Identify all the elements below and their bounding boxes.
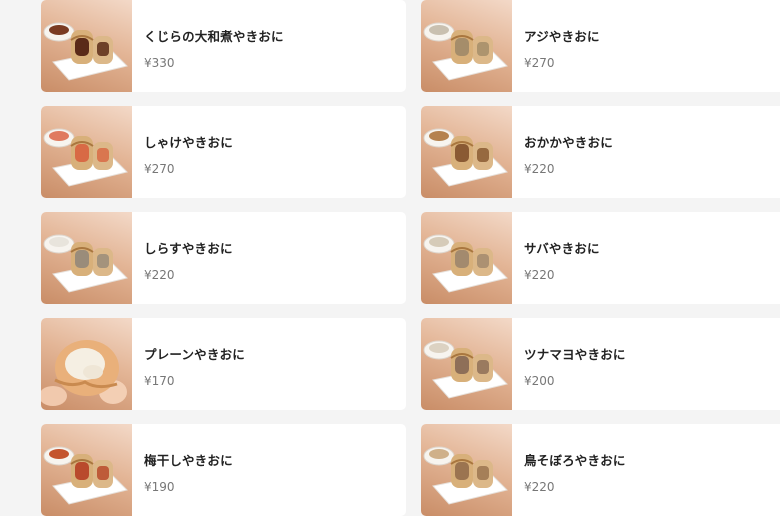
menu-item-name: くじらの大和煮やきおに: [144, 29, 284, 44]
menu-item-card[interactable]: サバやきおに ¥220: [421, 212, 780, 304]
menu-item-price: ¥220: [524, 480, 555, 494]
menu-item-name: サバやきおに: [524, 241, 600, 256]
menu-item-photo: [421, 0, 512, 92]
menu-item-name: おかかやきおに: [524, 135, 613, 150]
menu-item-photo: [41, 106, 132, 198]
menu-item-name: アジやきおに: [524, 29, 600, 44]
menu-item-card[interactable]: アジやきおに ¥270: [421, 0, 780, 92]
menu-item-card[interactable]: プレーンやきおに ¥170: [41, 318, 406, 410]
menu-item-name: 梅干しやきおに: [144, 453, 233, 468]
menu-item-price: ¥200: [524, 374, 555, 388]
menu-item-photo: [421, 424, 512, 516]
menu-item-price: ¥330: [144, 56, 175, 70]
menu-item-name: しゃけやきおに: [144, 135, 233, 150]
menu-item-name: しらすやきおに: [144, 241, 233, 256]
menu-item-card[interactable]: 鳥そぼろやきおに ¥220: [421, 424, 780, 516]
menu-item-photo: [421, 318, 512, 410]
menu-item-name: プレーンやきおに: [144, 347, 245, 362]
menu-item-card[interactable]: おかかやきおに ¥220: [421, 106, 780, 198]
menu-item-card[interactable]: ツナマヨやきおに ¥200: [421, 318, 780, 410]
menu-item-price: ¥190: [144, 480, 175, 494]
menu-item-price: ¥270: [144, 162, 175, 176]
menu-item-price: ¥170: [144, 374, 175, 388]
menu-item-photo: [41, 318, 132, 410]
menu-item-price: ¥220: [524, 268, 555, 282]
menu-item-name: ツナマヨやきおに: [524, 347, 626, 362]
menu-item-price: ¥220: [144, 268, 175, 282]
menu-grid: くじらの大和煮やきおに ¥330 アジやきおに ¥270 しゃけやきおに ¥27…: [0, 0, 780, 516]
menu-item-price: ¥220: [524, 162, 555, 176]
menu-item-photo: [41, 0, 132, 92]
menu-item-price: ¥270: [524, 56, 555, 70]
menu-item-card[interactable]: しらすやきおに ¥220: [41, 212, 406, 304]
menu-item-photo: [421, 212, 512, 304]
menu-item-photo: [41, 212, 132, 304]
menu-item-photo: [41, 424, 132, 516]
menu-item-card[interactable]: くじらの大和煮やきおに ¥330: [41, 0, 406, 92]
menu-item-card[interactable]: しゃけやきおに ¥270: [41, 106, 406, 198]
menu-item-name: 鳥そぼろやきおに: [524, 453, 626, 468]
menu-item-card[interactable]: 梅干しやきおに ¥190: [41, 424, 406, 516]
menu-item-photo: [421, 106, 512, 198]
